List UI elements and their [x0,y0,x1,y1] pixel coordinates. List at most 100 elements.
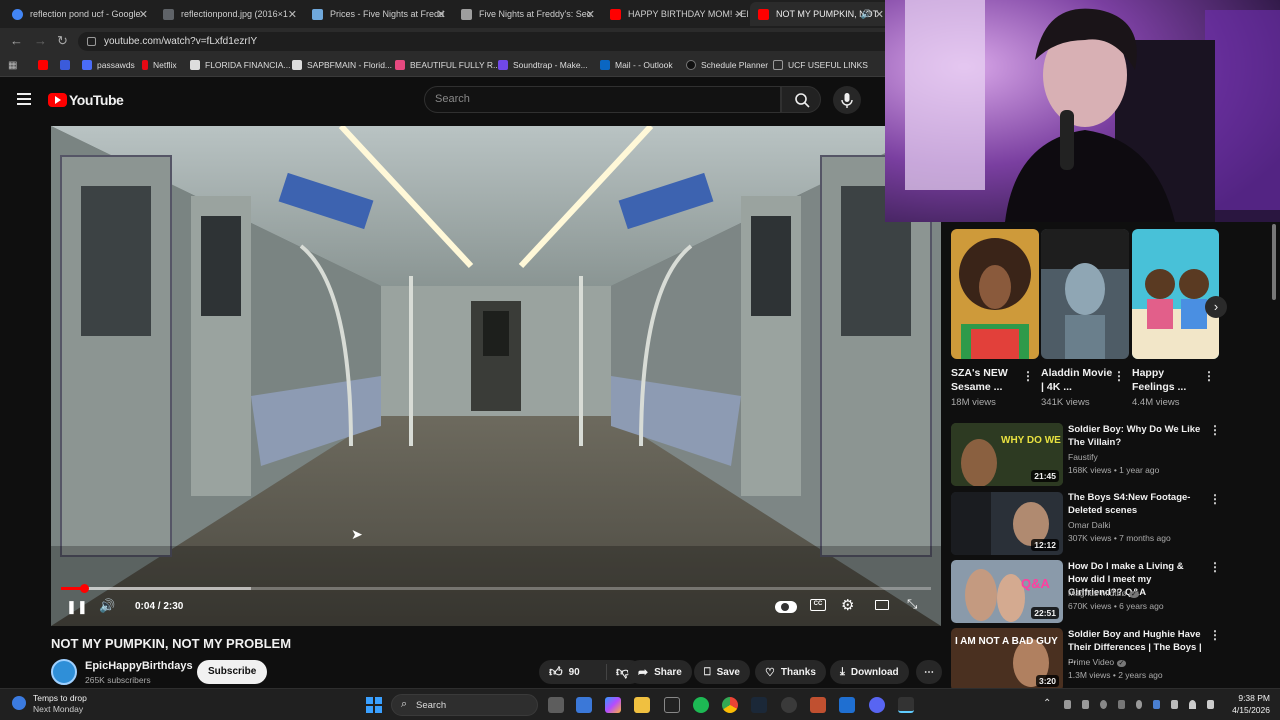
epic-games-icon[interactable] [664,697,680,713]
volume-button[interactable]: 🔊 [99,598,115,614]
bookmark-folder[interactable]: UCF USEFUL LINKS [773,60,868,70]
channel-name[interactable]: Magnus Midtbø ✓ [1068,588,1139,598]
channel-name[interactable]: Prime Video ✓ [1068,657,1127,667]
more-options-icon[interactable]: ⋮ [1113,369,1125,383]
store-icon[interactable] [576,697,592,713]
settings-icon[interactable]: ⚙ [841,596,854,614]
browser-tab-active[interactable]: NOT MY PUMPKIN, NOT 🔊 ✕ [750,2,890,26]
share-button[interactable]: ➦ Share [628,660,692,684]
copilot-icon[interactable] [605,697,621,713]
pause-button[interactable]: ❚❚ [66,599,88,615]
task-view-icon[interactable] [548,697,564,713]
video-thumbnail[interactable]: 12:12 [951,492,1063,555]
progress-bar[interactable] [61,584,931,593]
captions-icon[interactable]: CC [810,599,826,611]
like-button[interactable]: 👍︎ 90 [539,664,607,680]
close-tab-icon[interactable]: ✕ [875,8,884,21]
game-icon[interactable] [810,697,826,713]
shorts-next-button[interactable]: › [1205,296,1227,318]
channel-name[interactable]: Faustify [1068,452,1098,462]
obs-icon[interactable] [898,697,914,713]
video-title[interactable]: The Boys S4:New Footage-Deleted scenes [1068,491,1203,517]
save-button[interactable]: ⎕ Save [694,660,750,684]
browser-tab[interactable]: HAPPY BIRTHDAY MOM! - El ✕ [602,2,750,26]
recommendation-item[interactable]: 12:12 The Boys S4:New Footage-Deleted sc… [951,492,1251,556]
more-options-icon[interactable]: ⋮ [1203,369,1215,383]
tray-icons[interactable] [1064,700,1215,710]
bookmark-item[interactable] [60,60,75,70]
spotify-icon[interactable] [693,697,709,713]
browser-tab[interactable]: reflection pond ucf - Google ✕ [4,2,154,26]
voice-search-button[interactable] [833,86,861,114]
autoplay-toggle[interactable] [775,601,797,613]
dislike-button[interactable]: 👎︎ [607,664,629,680]
search-input[interactable]: Search [424,86,781,113]
app-icon[interactable] [781,697,797,713]
tray-chevron-icon[interactable]: ⌃ [1043,698,1051,709]
reload-icon[interactable]: ↻ [57,33,68,49]
clock[interactable]: 9:38 PM 4/15/2026 [1228,693,1270,715]
browser-tab[interactable]: Five Nights at Freddy's: Sec ✕ [453,2,601,26]
more-options-icon[interactable]: ⋮ [1209,628,1221,642]
forward-icon[interactable]: → [34,33,47,48]
subscribe-button[interactable]: Subscribe [197,660,268,684]
start-button[interactable] [366,697,382,713]
recommendation-item[interactable]: Q&A 22:51 How Do I make a Living & How d… [951,560,1251,624]
page-scrollbar[interactable] [1272,224,1276,300]
browser-tab[interactable]: Prices - Five Nights at Fredd ✕ [304,2,452,26]
video-player[interactable]: ❚❚ 🔊 0:04 / 2:30 CC ⚙ ⤡ ➤ [51,126,941,626]
bookmark-item[interactable]: Schedule Planner [686,60,768,70]
short-title[interactable]: Aladdin Movie | 4K ... [1041,366,1113,394]
speaker-icon[interactable]: 🔊 [861,9,872,20]
video-thumbnail[interactable]: Q&A 22:51 [951,560,1063,623]
recommendation-item[interactable]: WHY DO WE LIKE 21:45 Soldier Boy: Why Do… [951,423,1251,487]
bookmark-item[interactable]: Soundtrap - Make... [498,60,588,70]
more-options-icon[interactable]: ⋮ [1022,369,1034,383]
bookmark-item[interactable] [38,60,53,70]
close-tab-icon[interactable]: ✕ [586,8,595,21]
close-tab-icon[interactable]: ✕ [735,8,744,21]
site-info-icon[interactable] [87,37,96,46]
video-thumbnail[interactable]: WHY DO WE LIKE 21:45 [951,423,1063,486]
short-thumbnail[interactable] [951,229,1039,359]
scrubber-handle[interactable] [80,584,89,593]
bookmark-item[interactable]: passawds [82,60,135,70]
chrome-icon[interactable] [722,697,738,713]
back-icon[interactable]: ← [10,33,23,48]
download-button[interactable]: ⤓ Download [830,660,909,684]
close-tab-icon[interactable]: ✕ [288,8,297,21]
short-thumbnail[interactable] [1041,229,1129,359]
youtube-logo[interactable]: YouTube [48,92,124,108]
close-tab-icon[interactable]: ✕ [437,8,446,21]
video-thumbnail[interactable]: I AM NOT A BAD GUY 3:20 [951,628,1063,691]
more-options-icon[interactable]: ⋮ [1209,492,1221,506]
window-app-icon[interactable] [839,697,855,713]
more-options-icon[interactable]: ⋮ [1209,423,1221,437]
recommendation-item[interactable]: I AM NOT A BAD GUY 3:20 Soldier Boy and … [951,628,1251,692]
bookmark-item[interactable]: Mail - - Outlook [600,60,673,70]
fullscreen-icon[interactable]: ⤡ [907,596,917,612]
theater-mode-icon[interactable] [875,600,889,610]
more-options-icon[interactable]: ⋮ [1209,560,1221,574]
discord-icon[interactable] [869,697,885,713]
bookmark-item[interactable]: BEAUTIFUL FULLY R... [395,60,500,70]
channel-name-main[interactable]: EpicHappyBirthdays [85,660,193,672]
taskbar-search[interactable]: ⌕ Search [391,694,538,716]
close-tab-icon[interactable]: ✕ [139,8,148,21]
more-actions-button[interactable]: ⋯ [916,660,942,684]
bookmark-item[interactable]: SAPBFMAIN - Florid... [292,60,392,70]
thanks-button[interactable]: ♡ Thanks [755,660,826,684]
file-explorer-icon[interactable] [634,697,650,713]
short-title[interactable]: SZA's NEW Sesame ... [951,366,1023,394]
browser-tab[interactable]: reflectionpond.jpg (2016×1 ✕ [155,2,303,26]
channel-avatar[interactable] [51,659,77,685]
short-thumbnail[interactable] [1132,229,1219,359]
bookmark-item[interactable]: Netflix [142,60,177,70]
menu-icon[interactable] [17,93,31,108]
search-button[interactable] [781,86,821,113]
apps-grid-icon[interactable]: ▦ [8,60,17,71]
short-title[interactable]: Happy Feelings ... [1132,366,1204,394]
bookmark-item[interactable]: FLORIDA FINANCIA... [190,60,291,70]
video-title[interactable]: Soldier Boy: Why Do We Like The Villain? [1068,423,1203,449]
steam-icon[interactable] [751,697,767,713]
